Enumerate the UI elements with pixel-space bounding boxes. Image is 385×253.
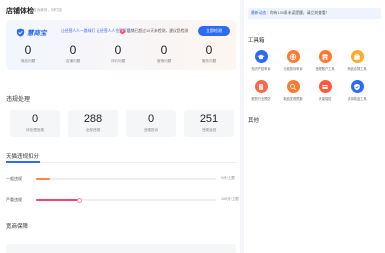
- graduation-icon: [254, 50, 268, 63]
- stat-value: 0: [114, 43, 122, 57]
- card-icon: [318, 80, 332, 93]
- serious-violation-label: 严重违规: [6, 197, 22, 202]
- violation-card-all[interactable]: 288 全部违规: [68, 110, 118, 137]
- stat-shop[interactable]: 0 店铺问题: [53, 44, 93, 64]
- tool-violation-account[interactable]: 违规账户工具: [310, 50, 340, 71]
- tool-label: 假冒行业预防: [251, 97, 271, 101]
- tab-divider: [6, 162, 236, 163]
- stat-value: 0: [69, 43, 77, 57]
- card-label: 全部违规: [85, 128, 101, 132]
- announcement-bar[interactable]: 最新动态：你有103条未读提醒，请立刻查看！: [248, 8, 381, 19]
- search-icon: [286, 80, 300, 93]
- stat-value: 0: [160, 43, 168, 57]
- sidebar: 最新动态：你有103条未读提醒，请立刻查看！ 工具箱 知识产权申诉 行政投诉申诉…: [244, 0, 385, 253]
- shield-icon: [350, 80, 364, 93]
- tab-active-indicator: [6, 161, 40, 163]
- stat-service[interactable]: 0 服务问题: [189, 44, 229, 64]
- announcement-text: ：你有103条未读提醒，请立刻查看！: [266, 11, 330, 15]
- shop-icon: [350, 50, 364, 63]
- tool-label: 知识产权申诉: [251, 67, 271, 71]
- health-card: 慧商宝 让经营人人一路绿灯 让经营人人也更规范 5 店铺已超过10天未检测，建议…: [6, 20, 236, 70]
- brand-name: 慧商宝: [27, 30, 47, 37]
- shield-icon: [16, 27, 25, 37]
- tool-label: 商品合规工具: [347, 67, 367, 71]
- tool-label: 新品发现预报: [283, 97, 303, 101]
- stat-label: 店铺问题: [65, 59, 81, 63]
- violation-card-complaint[interactable]: 0 违规投诉: [126, 110, 176, 137]
- stat-label: 商品问题: [20, 59, 36, 63]
- stat-product[interactable]: 0 商品问题: [8, 44, 48, 64]
- tool-label: 行政投诉申诉: [283, 67, 303, 71]
- tool-tmall-insurance[interactable]: 天猫保险: [310, 80, 340, 101]
- other-title: 其他: [248, 118, 260, 124]
- notice-badge: 5: [120, 29, 125, 34]
- stat-label: 服务问题: [201, 59, 217, 63]
- guarantee-panel: [6, 244, 236, 253]
- tool-admin-appeal[interactable]: 行政投诉申诉: [278, 50, 308, 71]
- guarantee-title: 宽商保障: [6, 224, 29, 230]
- store-icon: [318, 50, 332, 63]
- health-title: 店铺体检: [6, 8, 34, 15]
- stat-value: 0: [24, 43, 32, 57]
- tab-deduction[interactable]: 天猫违规扣分: [6, 152, 39, 160]
- violation-card-return[interactable]: 251 违规返回: [184, 110, 234, 137]
- notice-text: 店铺已超过10天未检测，建议您检测: [127, 29, 189, 33]
- general-violation-fill: [36, 178, 51, 180]
- tool-label: 手持检品工具: [347, 97, 367, 101]
- serious-violation-score: 100分/上限: [221, 197, 239, 201]
- general-violation-label: 一般违规: [6, 176, 22, 181]
- tool-new-product-forecast[interactable]: 新品发现预报: [278, 80, 308, 101]
- violation-card-pending[interactable]: 0 待处理违规: [10, 110, 60, 137]
- tool-label: 天猫保险: [318, 97, 332, 101]
- serious-violation-marker: [76, 197, 82, 203]
- stat-label: 评价问题: [110, 59, 126, 63]
- globe-icon: [286, 50, 300, 63]
- card-value: 0: [147, 113, 155, 125]
- tool-handheld-inspection[interactable]: 手持检品工具: [342, 80, 372, 101]
- card-label: 待处理违规: [26, 128, 44, 132]
- health-subtitle: 告诉我问，问叮如: [33, 8, 62, 12]
- card-label: 违规投诉: [143, 128, 159, 132]
- stat-review[interactable]: 0 评价问题: [98, 44, 138, 64]
- document-icon: [254, 80, 268, 93]
- tool-counterfeit-prevention[interactable]: 假冒行业预防: [246, 80, 276, 101]
- violations-title: 违规处理: [6, 97, 31, 103]
- tools-title: 工具箱: [248, 38, 265, 44]
- serious-violation-fill: [36, 199, 80, 201]
- general-violation-bar: [36, 178, 216, 180]
- detect-button[interactable]: 立即检测: [198, 26, 230, 36]
- stat-marketing[interactable]: 0 营销问题: [144, 44, 184, 64]
- tool-product-compliance[interactable]: 商品合规工具: [342, 50, 372, 71]
- general-violation-score: 0分/上限: [221, 176, 235, 180]
- tool-label: 违规账户工具: [315, 67, 335, 71]
- main-panel: 店铺体检 告诉我问，问叮如 慧商宝 让经营人人一路绿灯 让经营人人也更规范 5 …: [0, 0, 240, 253]
- card-label: 违规返回: [201, 128, 217, 132]
- card-value: 288: [83, 113, 103, 125]
- serious-violation-bar: [36, 197, 216, 203]
- card-value: 251: [199, 113, 219, 125]
- stat-label: 营销问题: [156, 59, 172, 63]
- announcement-tag: 最新动态: [251, 11, 267, 15]
- tool-ip-appeal[interactable]: 知识产权申诉: [246, 50, 276, 71]
- card-value: 0: [31, 113, 39, 125]
- brand-logo: 慧商宝: [16, 27, 47, 37]
- stat-value: 0: [205, 43, 213, 57]
